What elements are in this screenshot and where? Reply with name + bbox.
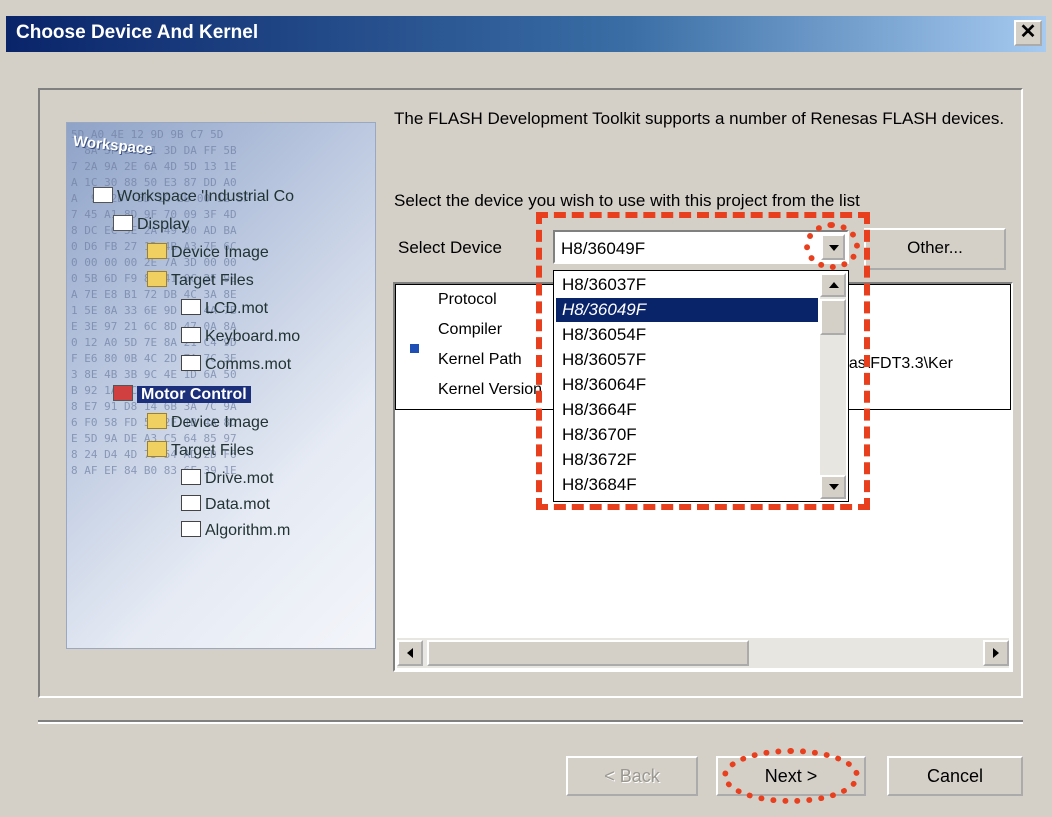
tree-item: Display [113, 215, 189, 234]
property-label: Protocol [438, 291, 497, 308]
device-option-selected[interactable]: H8/36049F [556, 298, 818, 322]
workspace-icon [93, 187, 113, 203]
vertical-scrollbar[interactable] [820, 273, 846, 499]
chevron-down-icon [829, 245, 839, 251]
window-title: Choose Device And Kernel [16, 22, 259, 43]
device-option[interactable]: H8/36037F [556, 273, 818, 297]
dialog-window: Choose Device And Kernel ✕ 5D A0 4E 12 9… [0, 0, 1052, 817]
select-device-label: Select Device [398, 238, 502, 257]
tree-item: Algorithm.m [181, 521, 290, 540]
dropdown-button[interactable] [821, 234, 845, 260]
scroll-down-button[interactable] [820, 475, 846, 499]
tree-item: Comms.mot [181, 355, 291, 374]
tree-item: Target Files [147, 271, 254, 290]
workspace-artwork: 5D A0 4E 12 9D 9B C7 5D 8A 3F 20 D1 3D D… [66, 122, 376, 649]
device-option[interactable]: H8/36054F [556, 323, 818, 347]
device-combobox[interactable]: H8/36049F [553, 230, 849, 264]
scroll-up-button[interactable] [820, 273, 846, 297]
arrow-left-icon [407, 648, 413, 658]
close-button[interactable]: ✕ [1014, 20, 1042, 46]
scroll-left-button[interactable] [397, 640, 423, 666]
arrow-right-icon [993, 648, 999, 658]
back-button[interactable]: < Back [566, 756, 698, 796]
tree-item: LCD.mot [181, 299, 268, 318]
tree-item: Motor Control [113, 385, 251, 404]
device-option[interactable]: H8/3684F [556, 473, 818, 497]
folder-icon [147, 413, 167, 429]
title-bar: Choose Device And Kernel ✕ [6, 16, 1046, 52]
kernel-path-value: esas\FDT3.3\Ker [832, 355, 953, 372]
tree-item: Device Image [147, 243, 269, 262]
property-label: Kernel Version [438, 381, 543, 398]
device-option[interactable]: H8/36064F [556, 373, 818, 397]
instruction-text: Select the device you wish to use with t… [394, 191, 860, 210]
tree-item: Data.mot [181, 495, 270, 514]
horizontal-scrollbar[interactable] [397, 638, 1009, 668]
description-text: The FLASH Development Toolkit supports a… [394, 109, 1005, 128]
bullet-icon [410, 344, 419, 353]
project-icon [113, 215, 133, 231]
selected-device-value: H8/36049F [561, 239, 646, 258]
cancel-button[interactable]: Cancel [887, 756, 1023, 796]
arrow-down-icon [829, 484, 839, 490]
project-icon [113, 385, 133, 401]
folder-icon [147, 271, 167, 287]
device-dropdown-list[interactable]: H8/36037F H8/36049F H8/36054F H8/36057F … [553, 270, 849, 502]
file-icon [181, 521, 201, 537]
tree-item: Workspace 'Industrial Co [93, 187, 294, 206]
file-icon [181, 299, 201, 315]
device-option[interactable]: H8/3670F [556, 423, 818, 447]
tree-item: Keyboard.mo [181, 327, 300, 346]
file-icon [181, 469, 201, 485]
close-icon: ✕ [1019, 21, 1037, 43]
device-option[interactable]: H8/3672F [556, 448, 818, 472]
scroll-thumb[interactable] [427, 640, 749, 666]
vertical-scroll-thumb[interactable] [820, 299, 846, 335]
next-button[interactable]: Next > [716, 756, 866, 796]
tree-item: Device Image [147, 413, 269, 432]
scroll-right-button[interactable] [983, 640, 1009, 666]
folder-icon [147, 243, 167, 259]
tree-item: Drive.mot [181, 469, 273, 488]
folder-icon [147, 441, 167, 457]
arrow-up-icon [829, 282, 839, 288]
other-button[interactable]: Other... [864, 228, 1006, 270]
tree-item: Target Files [147, 441, 254, 460]
property-label: Kernel Path [438, 351, 522, 368]
file-icon [181, 495, 201, 511]
device-option[interactable]: H8/3664F [556, 398, 818, 422]
file-icon [181, 355, 201, 371]
footer-separator [38, 720, 1023, 724]
file-icon [181, 327, 201, 343]
device-option[interactable]: H8/36057F [556, 348, 818, 372]
property-label: Compiler [438, 321, 503, 338]
